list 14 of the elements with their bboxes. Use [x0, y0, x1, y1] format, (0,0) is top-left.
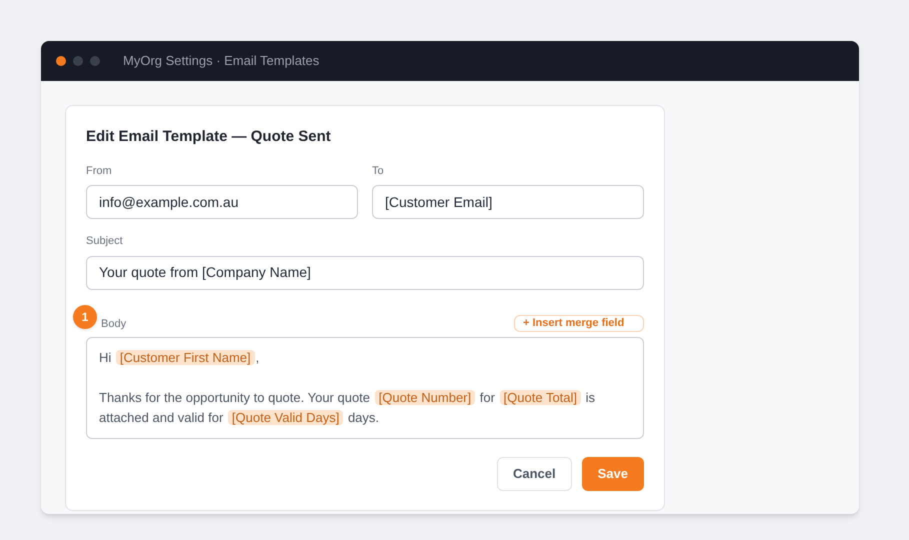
field-label: From	[86, 164, 113, 178]
input-field[interactable]: [Customer Email]	[372, 185, 644, 219]
field-label: Subject	[86, 234, 124, 249]
window-title: MyOrg Settings · Email Templates	[123, 52, 320, 70]
field-label: To	[372, 164, 385, 178]
card-title: Edit Email Template — Quote Sent	[86, 127, 332, 147]
body-editor[interactable]: Hi [Customer First Name] , Thanks for the opportunity to quote. Your quote [Quote Number] for [Quote Total] is attached and valid for [Quote Valid Days] days.	[86, 337, 644, 439]
field-label: Body	[101, 316, 126, 332]
body-paragraph: Thanks for the opportunity to quote. Your quote [Quote Number] for [Quote Total] is attached and valid for [Quote Valid Days] days.	[99, 389, 596, 427]
step-badge: 1	[73, 304, 97, 329]
input-field[interactable]: info@example.com.au	[86, 185, 358, 219]
input-field[interactable]: Your quote from [Company Name]	[86, 256, 644, 290]
cancel-button[interactable]: Cancel	[496, 457, 572, 491]
body-paragraph: Hi [Customer First Name] ,	[99, 349, 260, 367]
